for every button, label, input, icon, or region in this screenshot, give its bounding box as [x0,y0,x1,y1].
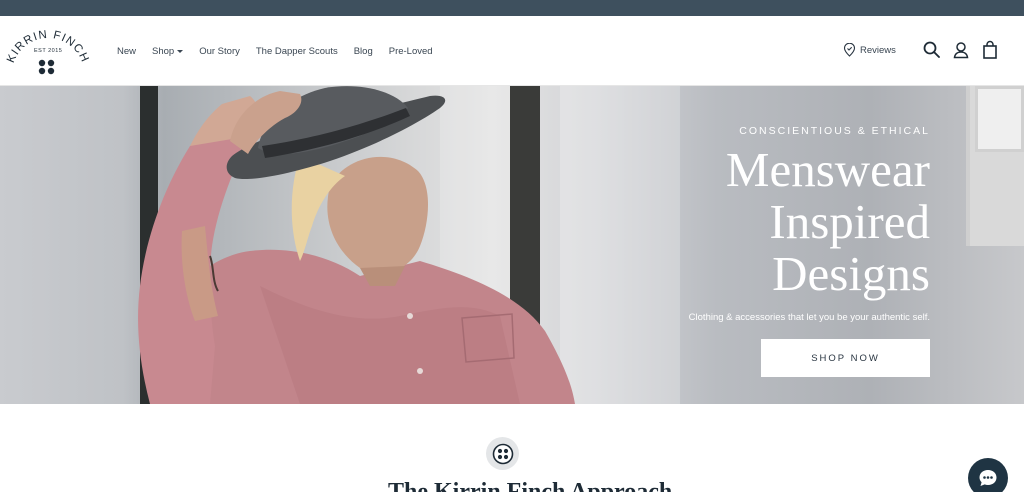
search-icon[interactable] [922,40,942,60]
announcement-bar [0,0,1024,16]
hero-subline: Clothing & accessories that let you be y… [688,312,930,323]
nav-item-new[interactable]: New [117,46,136,57]
cart-icon[interactable] [980,40,1000,60]
main-nav: New Shop Our Story The Dapper Scouts Blo… [117,16,449,86]
brand-name: KIRRIN FINCH [5,29,90,65]
svg-text:KIRRIN FINCH: KIRRIN FINCH [5,29,90,65]
account-icon[interactable] [951,40,971,60]
hero-banner: CONSCIENTIOUS & ETHICAL Menswear Inspire… [0,86,1024,404]
button-emblem-icon [486,437,519,470]
chat-icon [979,470,997,486]
nav-item-dapper-scouts[interactable]: The Dapper Scouts [256,46,338,57]
nav-item-blog[interactable]: Blog [354,46,373,57]
reviews-label: Reviews [860,44,896,56]
hero-headline-line-3: Designs [772,246,930,301]
chat-widget-button[interactable] [968,458,1008,492]
shop-now-button[interactable]: SHOP NOW [761,339,930,377]
section-title: The Kirrin Finch Approach [388,479,673,492]
nav-item-shop[interactable]: Shop [152,46,184,57]
hero-eyebrow: CONSCIENTIOUS & ETHICAL [739,125,930,137]
hero-headline-line-1: Menswear [725,142,930,197]
reviews-link[interactable]: Reviews [843,43,896,57]
site-header: KIRRIN FINCH EST 2015 New Shop Our Story… [0,16,1024,86]
location-pin-icon [843,43,856,57]
brand-logo[interactable]: KIRRIN FINCH EST 2015 [4,24,90,80]
nav-item-our-story[interactable]: Our Story [199,46,240,57]
hero-headline: Menswear Inspired Designs [726,144,930,300]
hero-headline-line-2: Inspired [769,194,930,249]
nav-item-pre-loved[interactable]: Pre-Loved [389,46,433,57]
chevron-down-icon [177,49,184,53]
brand-est: EST 2015 [34,48,63,54]
